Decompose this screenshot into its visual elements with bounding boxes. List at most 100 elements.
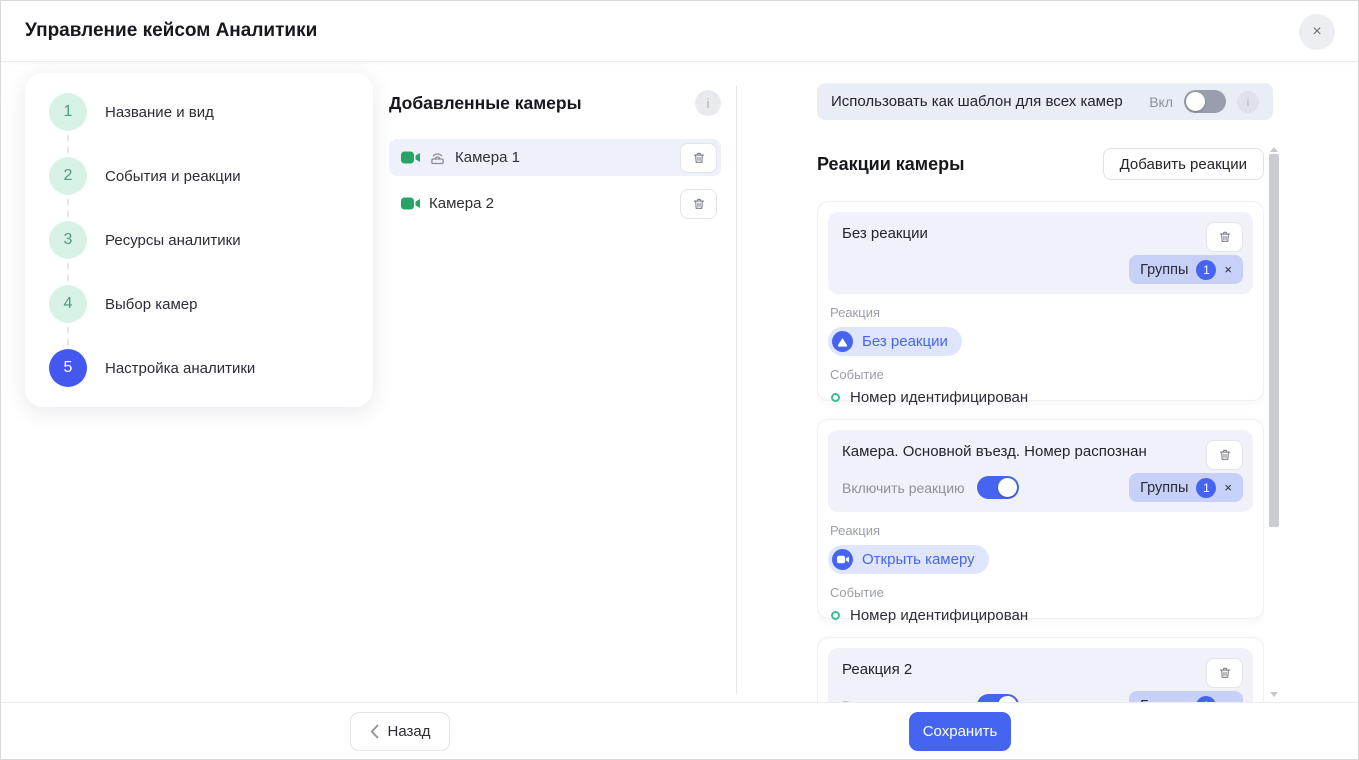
groups-chip-label: Группы [1140, 262, 1188, 278]
scrollbar-down-arrow-icon[interactable] [1270, 692, 1278, 697]
event-field-label: Событие [830, 367, 1253, 382]
trash-icon [1218, 230, 1232, 244]
enable-reaction-label: Включить реакцию [842, 480, 965, 496]
chevron-left-icon [370, 724, 379, 739]
event-row: Номер идентифицирован [831, 607, 1253, 624]
groups-chip[interactable]: Группы 1 × [1129, 691, 1243, 702]
close-button[interactable]: × [1299, 14, 1335, 50]
reaction-cards-list: Без реакции Группы 1 × Реакция Без р [817, 201, 1264, 702]
dialog-header: Управление кейсом Аналитики × [1, 1, 1358, 62]
reaction-chip-open-camera[interactable]: Открыть камеру [828, 545, 989, 574]
scrollbar-thumb[interactable] [1269, 154, 1279, 527]
trash-icon [1218, 448, 1232, 462]
step-number-badge: 4 [49, 285, 87, 323]
step-label: Настройка аналитики [105, 360, 255, 377]
back-button-label: Назад [388, 723, 431, 740]
trash-icon [692, 197, 706, 211]
event-status-icon [831, 393, 840, 402]
event-field-label: Событие [830, 585, 1253, 600]
back-button[interactable]: Назад [350, 712, 450, 751]
stepper-step-name-and-type[interactable]: 1 Название и вид [49, 93, 373, 131]
stepper: 1 Название и вид 2 События и реакции 3 Р… [25, 73, 373, 407]
stepper-step-analytics-settings[interactable]: 5 Настройка аналитики [49, 349, 373, 387]
reactions-header: Реакции камеры Добавить реакции [817, 148, 1264, 180]
enable-reaction-toggle[interactable] [977, 476, 1019, 499]
groups-chip-label: Группы [1140, 480, 1188, 496]
camera-reactions-panel: Использовать как шаблон для всех камер В… [817, 62, 1282, 702]
save-button[interactable]: Сохранить [909, 712, 1011, 751]
enable-reaction-toggle[interactable] [977, 694, 1019, 702]
reaction-card-open-camera: Камера. Основной въезд. Номер распознан … [817, 419, 1264, 619]
remove-groups-icon[interactable]: × [1224, 262, 1232, 277]
toggle-knob [1186, 92, 1205, 111]
reaction-card-title: Камера. Основной въезд. Номер распознан [842, 443, 1239, 460]
camera-list-item-2[interactable]: Камера 2 [389, 185, 721, 222]
remove-groups-icon[interactable]: × [1224, 480, 1232, 495]
reaction-card-title: Без реакции [842, 225, 1239, 242]
template-banner-label: Использовать как шаблон для всех камер [831, 93, 1123, 110]
toggle-state-label: Вкл [1149, 94, 1173, 110]
template-banner: Использовать как шаблон для всех камер В… [817, 83, 1273, 120]
camera-name: Камера 1 [455, 149, 520, 166]
step-label: Ресурсы аналитики [105, 232, 241, 249]
stepper-step-analytics-resources[interactable]: 3 Ресурсы аналитики [49, 221, 373, 259]
reaction-card-reaction-2: Реакция 2 Включить реакцию Группы 1 × [817, 637, 1264, 702]
vertical-divider [736, 86, 737, 694]
camera-list-item-1[interactable]: Камера 1 [389, 139, 721, 176]
step-label: События и реакции [105, 168, 241, 185]
reaction-field-label: Реакция [830, 305, 1253, 320]
groups-count-badge: 1 [1196, 260, 1216, 280]
enable-reaction-row: Включить реакцию [842, 694, 1019, 702]
info-icon[interactable]: i [695, 90, 721, 116]
trash-icon [1218, 666, 1232, 680]
reactions-scrollbar[interactable] [1269, 147, 1279, 697]
reaction-card-header: Реакция 2 Включить реакцию Группы 1 × [828, 648, 1253, 702]
reaction-card-title: Реакция 2 [842, 661, 1239, 678]
reaction-card-header: Камера. Основной въезд. Номер распознан … [828, 430, 1253, 512]
groups-chip[interactable]: Группы 1 × [1129, 255, 1243, 284]
toggle-knob [998, 478, 1017, 497]
added-cameras-panel: Добавленные камеры i Камера 1 Камера 2 [389, 62, 721, 222]
reaction-field-label: Реакция [830, 523, 1253, 538]
stepper-step-events-and-reactions[interactable]: 2 События и реакции [49, 157, 373, 195]
info-icon[interactable]: i [1237, 91, 1259, 113]
reaction-chip-label: Открыть камеру [862, 551, 975, 568]
camera-icon [832, 549, 853, 570]
event-name: Номер идентифицирован [850, 389, 1028, 406]
stepper-step-camera-selection[interactable]: 4 Выбор камер [49, 285, 373, 323]
step-number-badge: 3 [49, 221, 87, 259]
close-icon: × [1312, 23, 1321, 41]
event-row: Номер идентифицирован [831, 389, 1253, 406]
video-camera-icon [401, 197, 420, 210]
delete-reaction-button[interactable] [1206, 658, 1243, 688]
groups-chip[interactable]: Группы 1 × [1129, 473, 1243, 502]
delete-camera-button[interactable] [680, 189, 717, 219]
step-number-badge: 2 [49, 157, 87, 195]
dialog-footer: Назад Сохранить [1, 702, 1358, 759]
delete-reaction-button[interactable] [1206, 222, 1243, 252]
trash-icon [692, 151, 706, 165]
step-label: Выбор камер [105, 296, 197, 313]
dialog-body: 1 Название и вид 2 События и реакции 3 Р… [1, 62, 1358, 702]
reaction-card-header: Без реакции Группы 1 × [828, 212, 1253, 294]
info-icon-glyph: i [707, 96, 710, 111]
scrollbar-up-arrow-icon[interactable] [1270, 147, 1278, 152]
reaction-card-no-reaction: Без реакции Группы 1 × Реакция Без р [817, 201, 1264, 401]
camera-name: Камера 2 [429, 195, 494, 212]
groups-count-badge: 1 [1196, 478, 1216, 498]
added-cameras-header: Добавленные камеры i [389, 90, 721, 116]
event-status-icon [831, 611, 840, 620]
delete-camera-button[interactable] [680, 143, 717, 173]
reactions-title: Реакции камеры [817, 154, 965, 175]
add-reactions-button[interactable]: Добавить реакции [1103, 148, 1264, 180]
step-number-badge-active: 5 [49, 349, 87, 387]
info-icon-glyph: i [1247, 95, 1250, 109]
delete-reaction-button[interactable] [1206, 440, 1243, 470]
reaction-chip-label: Без реакции [862, 333, 948, 350]
reaction-chip-no-reaction[interactable]: Без реакции [828, 327, 962, 356]
no-reaction-icon [832, 331, 853, 352]
page-title: Управление кейсом Аналитики [25, 20, 317, 42]
event-name: Номер идентифицирован [850, 607, 1028, 624]
step-number-badge: 1 [49, 93, 87, 131]
template-toggle[interactable] [1184, 90, 1226, 113]
